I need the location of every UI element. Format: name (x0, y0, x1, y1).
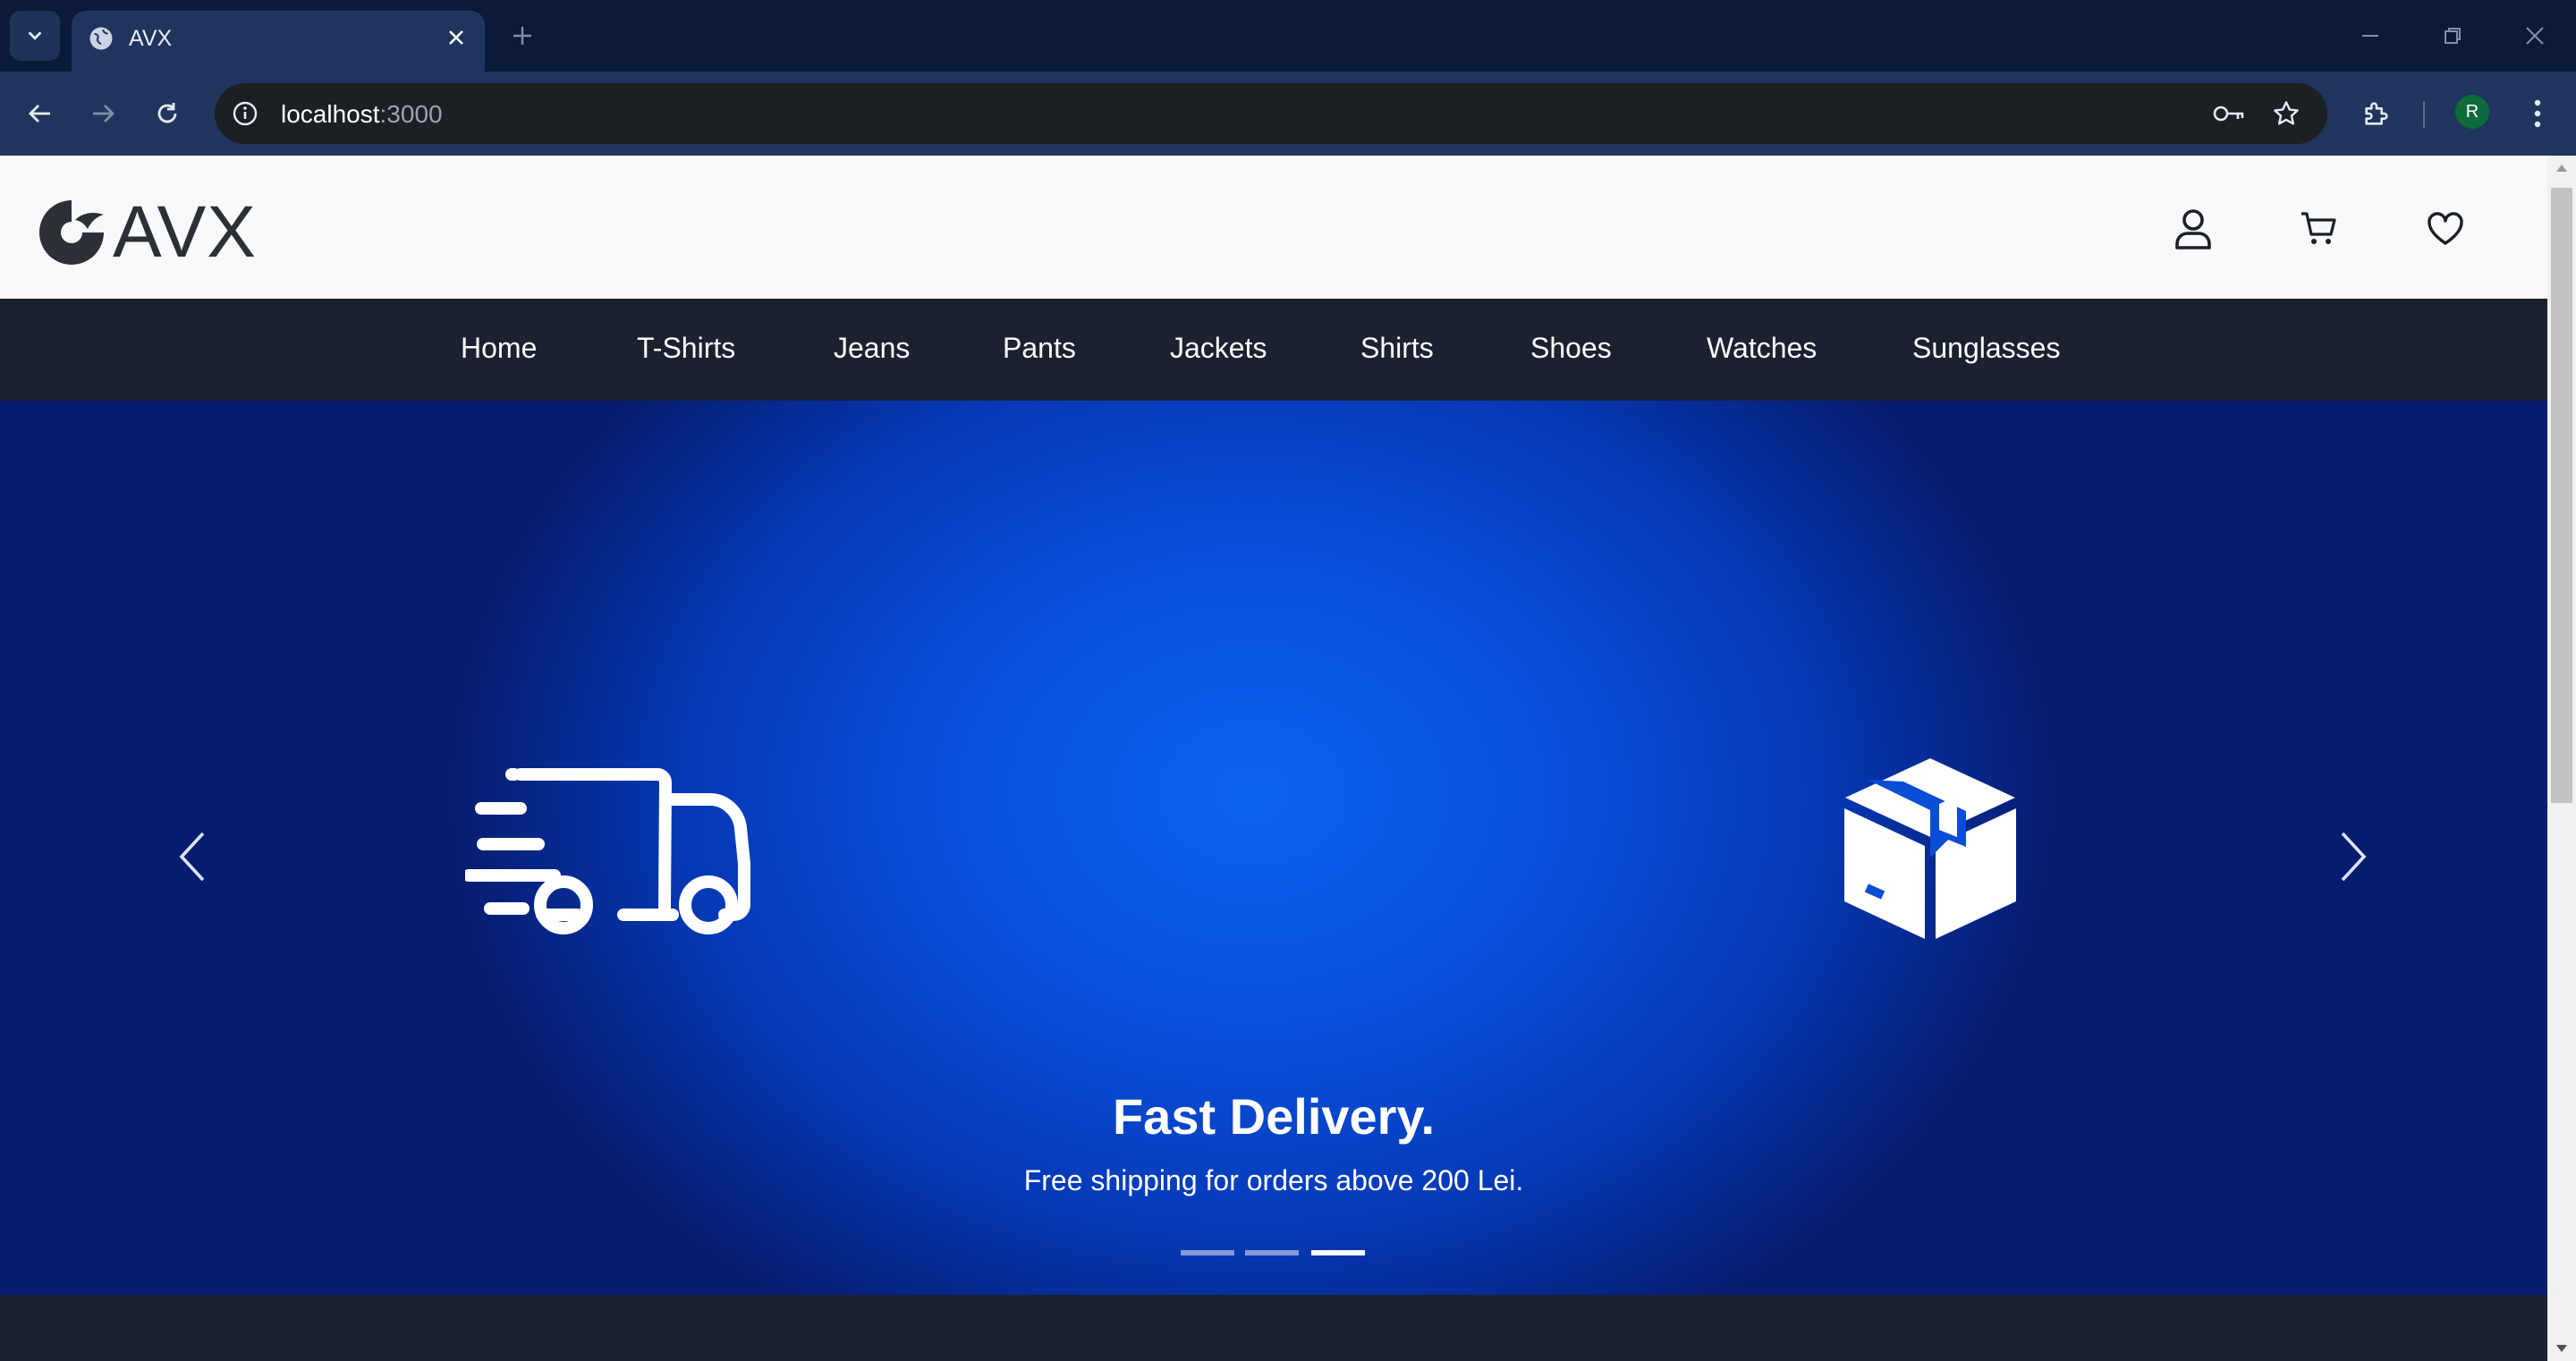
url-host: localhost (281, 100, 380, 128)
carousel-indicator-1[interactable] (1181, 1250, 1234, 1255)
carousel-indicator-2[interactable] (1245, 1250, 1299, 1255)
url-port: :3000 (379, 100, 443, 128)
page-scrollbar[interactable] (2547, 156, 2576, 1361)
star-icon (2274, 101, 2299, 125)
nav-link-jackets[interactable]: Jackets (1170, 329, 1267, 367)
scroll-down-button[interactable] (2555, 1341, 2569, 1356)
nav-link-watches[interactable]: Watches (1707, 329, 1817, 367)
nav-link-jeans[interactable]: Jeans (834, 329, 910, 367)
bookmark-star-button[interactable] (2268, 96, 2304, 131)
logo-mark-icon (39, 200, 104, 265)
chevron-right-icon (2341, 832, 2367, 882)
wishlist-button[interactable] (2420, 204, 2470, 254)
nav-link-shirts[interactable]: Shirts (1360, 329, 1434, 367)
restore-icon (2445, 28, 2461, 44)
close-icon (449, 30, 463, 45)
minimize-icon (2362, 35, 2378, 37)
package-icon (1844, 758, 2016, 939)
tab-title: AVX (129, 26, 173, 51)
heart-icon (2428, 212, 2463, 245)
toolbar-divider (2423, 101, 2425, 128)
user-icon (2175, 209, 2211, 249)
carousel-next-button[interactable] (2327, 821, 2381, 892)
nav-link-t-shirts[interactable]: T-Shirts (637, 329, 735, 367)
globe-icon (89, 27, 113, 50)
site-header: AVX (0, 156, 2547, 299)
browser-toolbar: localhost:3000 (0, 72, 2576, 156)
browser-tab-active[interactable]: AVX (72, 11, 485, 72)
extensions-button[interactable] (2354, 91, 2399, 136)
reload-icon (157, 103, 177, 123)
category-nav: Home T-Shirts Jeans Pants Jackets Shirts… (0, 299, 2547, 401)
back-button[interactable] (18, 91, 63, 136)
nav-link-sunglasses[interactable]: Sunglasses (1912, 329, 2060, 367)
extensions-icon (2365, 102, 2388, 125)
scroll-up-button[interactable] (2555, 161, 2569, 175)
nav-link-pants[interactable]: Pants (1003, 329, 1076, 367)
tab-close-button[interactable] (442, 23, 470, 52)
window-restore-button[interactable] (2431, 14, 2474, 57)
window-minimize-button[interactable] (2349, 14, 2392, 57)
forward-button[interactable] (80, 91, 125, 136)
window-close-button[interactable] (2513, 14, 2556, 57)
password-manager-button[interactable] (2211, 96, 2247, 131)
triangle-up-icon (2556, 165, 2567, 172)
reload-button[interactable] (145, 91, 190, 136)
browser-tab-strip: AVX (0, 0, 2576, 72)
page-viewport: AVX Home T-Shirts Jeans Pants Jackets Sh… (0, 156, 2547, 1361)
close-icon (2526, 27, 2544, 45)
url-text[interactable]: localhost:3000 (281, 100, 443, 129)
carousel-indicator-3[interactable] (1311, 1250, 1365, 1255)
hero-subtitle: Free shipping for orders above 200 Lei. (1023, 1164, 1524, 1196)
truck-icon (465, 768, 750, 934)
site-info-button[interactable] (227, 96, 263, 131)
info-icon (233, 101, 258, 126)
scroll-thumb[interactable] (2551, 188, 2572, 803)
kebab-menu-icon (2534, 99, 2541, 128)
cart-icon (2301, 212, 2336, 244)
carousel-indicators (1181, 1250, 1367, 1257)
hero-title: Fast Delivery. (1112, 1088, 1436, 1145)
site-logo[interactable]: AVX (36, 191, 257, 273)
cart-button[interactable] (2293, 204, 2343, 254)
account-button[interactable] (2168, 204, 2218, 254)
nav-link-home[interactable]: Home (461, 329, 537, 367)
chrome-menu-button[interactable] (2515, 91, 2560, 136)
carousel-prev-button[interactable] (165, 821, 218, 892)
profile-avatar[interactable]: R (2455, 95, 2489, 129)
hero-carousel: Fast Delivery. Free shipping for orders … (0, 401, 2547, 1295)
page-section-below (0, 1295, 2547, 1361)
chevron-left-icon (179, 832, 205, 882)
logo-text: AVX (113, 191, 257, 273)
chevron-down-icon (28, 31, 42, 40)
key-icon (2213, 106, 2244, 122)
new-tab-button[interactable] (506, 20, 538, 52)
plus-icon (513, 27, 531, 45)
back-icon (29, 105, 50, 123)
triangle-down-icon (2556, 1345, 2567, 1352)
address-bar[interactable]: localhost:3000 (215, 83, 2327, 144)
tab-search-button[interactable] (10, 11, 60, 61)
forward-icon (93, 105, 114, 123)
nav-link-shoes[interactable]: Shoes (1530, 329, 1612, 367)
